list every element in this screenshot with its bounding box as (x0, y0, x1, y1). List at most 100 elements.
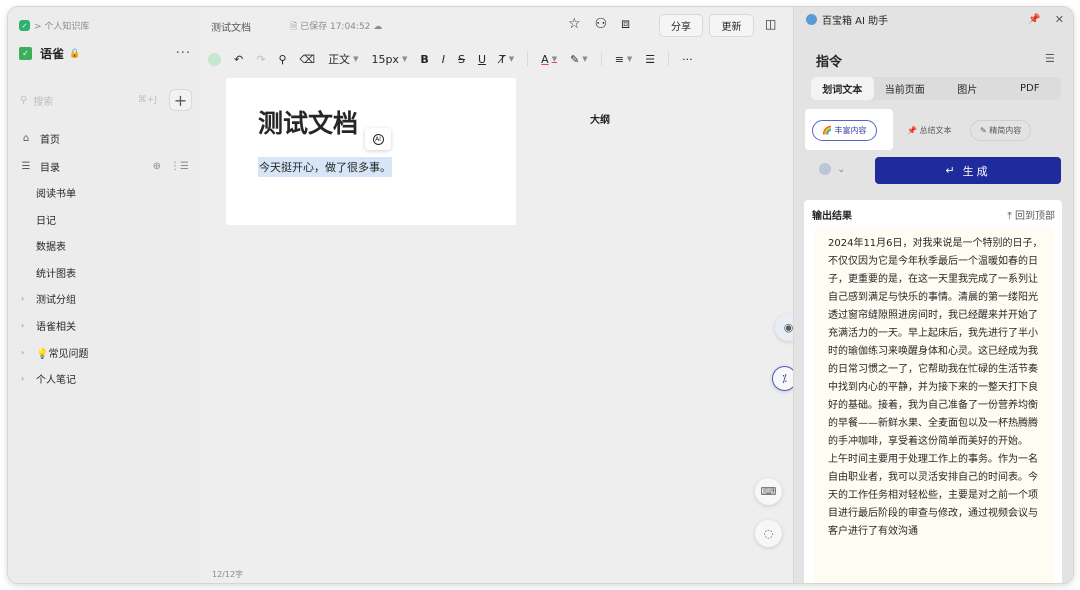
knowledge-base-name[interactable]: 语雀 (40, 45, 64, 62)
chevron-right-icon[interactable]: › (21, 374, 36, 383)
outline-title: 大纲 (590, 115, 610, 126)
chevron-right-icon[interactable]: › (21, 294, 36, 303)
tree-group-label: 语雀相关 (36, 322, 76, 333)
yuque-logo-icon: ✓ (19, 20, 30, 31)
sidebar-item-label: 目录 (40, 163, 60, 174)
toc-icon: ☰ (21, 161, 31, 172)
result-text[interactable]: 2024年11月6日，对我来说是一个特别的日子，不仅仅因为它是今年秋季最后一个温… (814, 227, 1054, 583)
search-input[interactable]: ⚲ 搜索 ⌘+J (16, 89, 161, 111)
update-button[interactable]: 更新 (709, 14, 754, 37)
tab-selected-text[interactable]: 划词文本 (811, 77, 874, 100)
menu-icon[interactable]: ☰ (1045, 52, 1055, 65)
ai-assist-button[interactable]: AI (365, 128, 391, 150)
breadcrumb-label: > 个人知识库 (34, 22, 90, 32)
redo-icon[interactable]: ↷ (256, 53, 265, 66)
more-tools-icon[interactable]: ··· (682, 53, 693, 66)
chevron-down-icon: ⌄ (837, 163, 846, 175)
panel-toggle-icon[interactable]: ◫ (765, 17, 776, 31)
undo-icon[interactable]: ↶ (234, 53, 243, 66)
result-paragraph: 2024年11月6日，对我来说是一个特别的日子，不仅仅因为它是今年秋季最后一个温… (828, 238, 1043, 447)
tab-pdf[interactable]: PDF (999, 77, 1062, 100)
strikethrough-button[interactable]: S (458, 53, 465, 66)
sidebar-item-toc[interactable]: ☰ 目录 ⊕ ⋮☰ (19, 159, 189, 174)
model-select[interactable]: ⌄ (819, 163, 845, 175)
document-page[interactable]: 测试文档 AI 今天挺开心，做了很多事。 (226, 78, 516, 225)
ai-assistant-panel: 百宝箱 AI 助手 📌 ✕ 指令 ☰ 划词文本 当前页面 图片 PDF 🌈 丰富… (793, 7, 1073, 583)
more-menu-icon[interactable]: ··· (176, 46, 191, 61)
tree-group-notes[interactable]: › 个人笔记 (21, 371, 76, 386)
tree-item-reading-list[interactable]: 阅读书单 (36, 185, 76, 200)
summarize-chip[interactable]: 📌 总结文本 (897, 120, 962, 141)
word-count: 12/12字 (212, 570, 244, 579)
toolbar-divider (668, 52, 670, 66)
help-icon[interactable]: ◌ (755, 520, 782, 547)
font-size-select[interactable]: 15px ▼ (371, 53, 407, 66)
assistant-header: 百宝箱 AI 助手 📌 ✕ (806, 12, 1064, 27)
eraser-icon[interactable]: ⌫ (300, 53, 316, 66)
pin-icon[interactable]: 📌 (1028, 14, 1040, 25)
search-shortcut: ⌘+J (137, 95, 157, 105)
cloud-icon: ☁ (370, 22, 383, 32)
tree-item-data-table[interactable]: 数据表 (36, 238, 66, 253)
tree-group-faq[interactable]: › 💡常见问题 (21, 345, 88, 360)
home-icon: ⌂ (22, 133, 30, 144)
book-icon: ✓ (19, 47, 32, 60)
tab-image[interactable]: 图片 (936, 77, 999, 100)
tree-group-label: 个人笔记 (36, 375, 76, 386)
tree-group-yuque[interactable]: › 语雀相关 (21, 318, 76, 333)
source-tabs: 划词文本 当前页面 图片 PDF (811, 77, 1061, 100)
font-color-icon[interactable]: A ▼ (541, 53, 557, 66)
enrich-content-chip[interactable]: 🌈 丰富内容 (812, 120, 877, 141)
document-tab-title[interactable]: 测试文档 (211, 19, 251, 34)
tree-item-diary[interactable]: 日记 (36, 212, 56, 227)
star-icon[interactable]: ☆ (568, 16, 581, 32)
tab-current-page[interactable]: 当前页面 (874, 77, 937, 100)
italic-button[interactable]: I (442, 53, 445, 66)
add-member-icon[interactable]: ⚇ (595, 16, 608, 32)
model-icon (819, 163, 831, 175)
highlight-icon[interactable]: ✎ ▼ (570, 53, 588, 66)
file-icon: 🗎 (290, 22, 301, 32)
align-icon[interactable]: ≡ ▼ (615, 53, 633, 66)
selected-paragraph[interactable]: 今天挺开心，做了很多事。 (258, 157, 392, 177)
list-icon[interactable]: ☰ (645, 53, 655, 66)
app-window: ✓ > 个人知识库 ✓ 语雀 🔒 ··· ⚲ 搜索 ⌘+J + ⌂ 首页 ☰ 目… (8, 7, 1073, 583)
tree-group-test[interactable]: › 测试分组 (21, 291, 76, 306)
list-toggle-icon[interactable]: ⋮☰ (170, 161, 189, 172)
search-icon: ⚲ (20, 94, 28, 106)
format-painter-icon[interactable]: ⚲ (278, 53, 286, 66)
clear-format-icon[interactable]: T̸ ▼ (499, 53, 514, 66)
breadcrumb[interactable]: ✓ > 个人知识库 (19, 19, 89, 32)
bold-button[interactable]: B (420, 53, 428, 66)
ai-icon: AI (372, 133, 384, 145)
editor-area: 测试文档 🗎 已保存 17:04:52 ☁ ☆ ⚇ ⧈ 分享 更新 ◫ ↶ ↷ … (200, 7, 802, 583)
keyboard-icon[interactable]: ⌨ (755, 478, 782, 505)
share-button[interactable]: 分享 (659, 14, 703, 37)
chevron-right-icon[interactable]: › (21, 348, 36, 357)
enter-icon: ↵ (945, 164, 955, 177)
present-icon[interactable]: ⧈ (621, 16, 630, 32)
tree-group-label: 💡常见问题 (36, 349, 89, 360)
generate-label: 生成 (962, 164, 991, 178)
knowledge-base-header: ✓ 语雀 🔒 ··· (19, 45, 191, 62)
locate-icon[interactable]: ⊕ (153, 161, 161, 172)
insert-icon[interactable] (208, 52, 221, 66)
sidebar: ✓ > 个人知识库 ✓ 语雀 🔒 ··· ⚲ 搜索 ⌘+J + ⌂ 首页 ☰ 目… (8, 7, 200, 583)
document-heading[interactable]: 测试文档 (258, 104, 358, 140)
add-button[interactable]: + (169, 89, 192, 111)
format-toolbar: ↶ ↷ ⚲ ⌫ 正文 ▼ 15px ▼ B I S U T̸ ▼ A ▼ ✎ ▼ ≡ ▼ ☰… (208, 51, 706, 67)
underline-button[interactable]: U (478, 53, 486, 66)
close-icon[interactable]: ✕ (1055, 13, 1064, 26)
sidebar-item-label: 首页 (40, 135, 60, 146)
back-to-top-button[interactable]: ⤒ 回到顶部 (1007, 207, 1055, 222)
generate-button[interactable]: ↵ 生成 (875, 157, 1061, 184)
top-actions: ☆ ⚇ ⧈ (568, 16, 630, 32)
tree-item-chart[interactable]: 统计图表 (36, 265, 76, 280)
toolbar-divider (527, 52, 529, 66)
sidebar-item-home[interactable]: ⌂ 首页 (19, 131, 189, 146)
chevron-right-icon[interactable]: › (21, 321, 36, 330)
assistant-title: 百宝箱 AI 助手 (822, 16, 889, 27)
condense-chip[interactable]: ✎ 精简内容 (970, 120, 1032, 141)
search-placeholder: 搜索 (33, 96, 54, 108)
paragraph-style-select[interactable]: 正文 ▼ (328, 51, 358, 67)
